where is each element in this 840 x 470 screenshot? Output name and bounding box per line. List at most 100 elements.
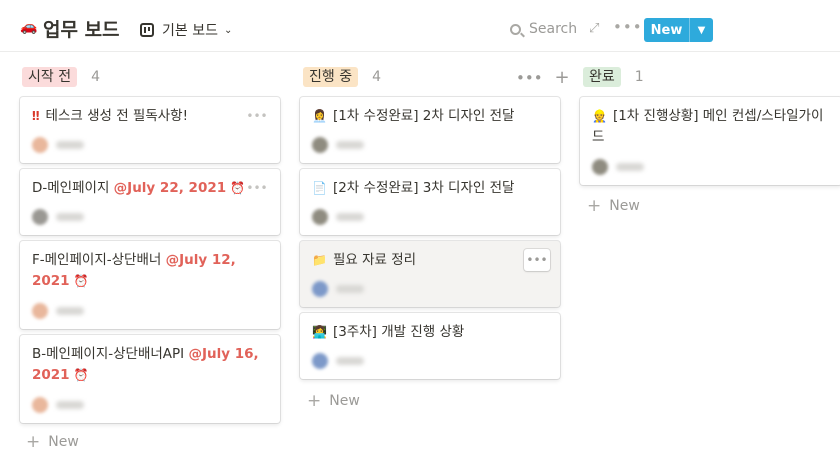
add-new-card-button[interactable]: + New <box>587 196 640 216</box>
card-title-text: [2차 수정완료] 3차 디자인 전달 <box>332 180 515 196</box>
search-button[interactable]: Search <box>510 21 577 37</box>
new-dropdown-chevron-icon[interactable]: ▼ <box>689 18 713 42</box>
card-title: 👩‍💼 [1차 수정완료] 2차 디자인 전달 <box>312 106 514 127</box>
add-new-card-button[interactable]: + New <box>307 391 360 411</box>
folder-icon: 📁 <box>312 253 327 267</box>
card-more-icon[interactable]: ••• <box>524 249 550 271</box>
assignee <box>32 137 84 153</box>
add-new-label: New <box>609 198 640 214</box>
card-title-text: F-메인페이지-상단배너 <box>32 252 162 268</box>
column-header: 시작 전 4 <box>22 67 100 87</box>
status-tag[interactable]: 완료 <box>583 67 621 87</box>
assignee-name-blurred <box>336 213 364 221</box>
assignee-name-blurred <box>56 141 84 149</box>
avatar <box>312 137 328 153</box>
card-more-icon[interactable]: ••• <box>244 105 270 127</box>
card-title: F-메인페이지-상단배너 @July 12, 2021 ⏰ <box>32 250 272 292</box>
column-more-icon[interactable]: ••• <box>516 69 543 87</box>
alarm-clock-icon: ⏰ <box>73 368 89 382</box>
technologist-icon: 👩‍💻 <box>312 325 327 339</box>
avatar <box>32 303 48 319</box>
card-title: B-메인페이지-상단배너API @July 16, 2021 ⏰ <box>32 344 272 386</box>
avatar <box>312 209 328 225</box>
card[interactable]: 📁 필요 자료 정리 ••• <box>300 241 560 307</box>
assignee <box>592 159 644 175</box>
document-icon: 📄 <box>312 181 327 195</box>
card-title: 📁 필요 자료 정리 <box>312 250 416 271</box>
assignee-name-blurred <box>56 401 84 409</box>
assignee-name-blurred <box>616 163 644 171</box>
view-switcher[interactable]: 기본 보드 ⌄ <box>140 20 232 40</box>
plus-icon: + <box>587 196 602 216</box>
card-title: ‼ 테스크 생성 전 필독사항! <box>32 106 188 127</box>
avatar <box>32 209 48 225</box>
card-title: 📄 [2차 수정완료] 3차 디자인 전달 <box>312 178 514 199</box>
assignee <box>312 137 364 153</box>
chevron-down-icon: ⌄ <box>223 24 233 36</box>
assignee <box>312 281 364 297</box>
alarm-clock-icon: ⏰ <box>73 274 89 288</box>
search-label: Search <box>529 21 578 37</box>
person-icon: 👩‍💼 <box>312 109 327 123</box>
card[interactable]: F-메인페이지-상단배너 @July 12, 2021 ⏰ <box>20 241 280 329</box>
due-date[interactable]: @July 22, 2021 <box>114 180 226 196</box>
column-in-progress: 진행 중 4 ••• + 👩‍💼 [1차 수정완료] 2차 디자인 전달 📄 [2차… <box>290 52 570 470</box>
column-actions: ••• + <box>516 67 570 88</box>
avatar <box>32 137 48 153</box>
plus-icon: + <box>26 432 41 452</box>
add-new-label: New <box>48 434 79 450</box>
page-title: 업무 보드 <box>43 19 120 41</box>
avatar <box>592 159 608 175</box>
card-title: D-메인페이지 @July 22, 2021 ⏰ <box>32 178 245 199</box>
add-new-card-button[interactable]: + New <box>26 432 79 452</box>
card-title-text: [1차 진행상황] 메인 컨셉/스타일가이드 <box>592 108 824 145</box>
assignee-name-blurred <box>336 357 364 365</box>
board-view-icon <box>140 23 154 37</box>
card-title-text: 테스크 생성 전 필독사항! <box>45 108 189 124</box>
card[interactable]: 👩‍💻 [3주차] 개발 진행 상황 <box>300 313 560 379</box>
assignee <box>32 209 84 225</box>
assignee-name-blurred <box>336 285 364 293</box>
avatar <box>312 353 328 369</box>
expand-icon[interactable]: ⤢ <box>589 21 599 36</box>
status-tag[interactable]: 시작 전 <box>22 67 78 87</box>
add-new-label: New <box>329 393 360 409</box>
view-name: 기본 보드 <box>162 23 218 39</box>
column-header: 완료 1 <box>583 67 644 87</box>
card-title-text: B-메인페이지-상단배너API <box>32 346 185 362</box>
card-title-text: 필요 자료 정리 <box>332 252 417 268</box>
card-title: 👩‍💻 [3주차] 개발 진행 상황 <box>312 322 464 343</box>
status-tag[interactable]: 진행 중 <box>303 67 359 87</box>
card-title-text: [1차 수정완료] 2차 디자인 전달 <box>332 108 515 124</box>
more-icon[interactable]: ••• <box>613 18 643 36</box>
card-more-icon[interactable]: ••• <box>244 177 270 199</box>
column-header: 진행 중 4 <box>303 67 381 87</box>
card[interactable]: 📄 [2차 수정완료] 3차 디자인 전달 <box>300 169 560 235</box>
card-title-text: D-메인페이지 <box>32 180 110 196</box>
card-count: 4 <box>372 69 382 85</box>
card-title: 👷 [1차 진행상황] 메인 컨셉/스타일가이드 <box>592 106 827 148</box>
assignee <box>32 397 84 413</box>
column-todo: 시작 전 4 ‼ 테스크 생성 전 필독사항! ••• D-메인페이지 @July… <box>0 52 290 470</box>
card[interactable]: 👷 [1차 진행상황] 메인 컨셉/스타일가이드 <box>580 97 840 185</box>
search-icon <box>510 23 521 35</box>
assignee <box>312 209 364 225</box>
new-button-group: New ▼ <box>644 18 713 42</box>
avatar <box>312 281 328 297</box>
column-add-icon[interactable]: + <box>555 67 570 88</box>
double-exclamation-icon: ‼ <box>32 109 40 123</box>
assignee <box>32 303 84 319</box>
card-count: 1 <box>634 69 644 85</box>
plus-icon: + <box>307 391 322 411</box>
car-icon: 🚗 <box>20 19 38 35</box>
avatar <box>32 397 48 413</box>
board-header: 🚗 업무 보드 기본 보드 ⌄ Search ⤢ ••• New ▼ <box>0 0 840 52</box>
assignee-name-blurred <box>336 141 364 149</box>
card[interactable]: D-메인페이지 @July 22, 2021 ⏰ ••• <box>20 169 280 235</box>
card[interactable]: ‼ 테스크 생성 전 필독사항! ••• <box>20 97 280 163</box>
card[interactable]: B-메인페이지-상단배너API @July 16, 2021 ⏰ <box>20 335 280 423</box>
card[interactable]: 👩‍💼 [1차 수정완료] 2차 디자인 전달 <box>300 97 560 163</box>
new-button[interactable]: New <box>644 18 689 42</box>
assignee <box>312 353 364 369</box>
worker-icon: 👷 <box>592 109 607 123</box>
